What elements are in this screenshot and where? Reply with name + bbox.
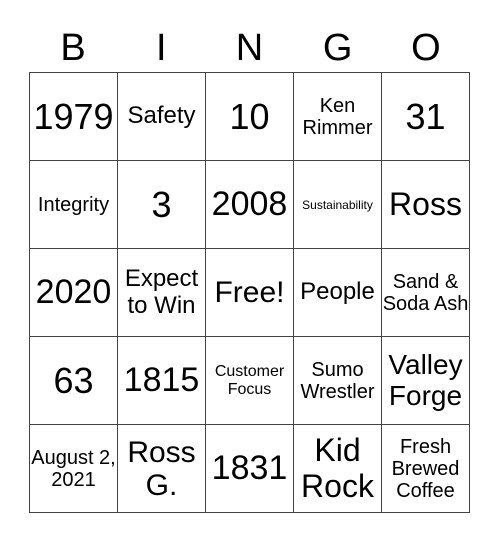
header-letter: B: [60, 27, 86, 69]
bingo-cell[interactable]: Fresh Brewed Coffee: [381, 424, 470, 513]
bingo-cell[interactable]: Sustainability: [293, 160, 382, 249]
cell-text: Sustainability: [302, 197, 373, 212]
grid-row: August 2, 2021 Ross G. 1831 Kid Rock Fresh B…: [29, 424, 470, 513]
cell-text: Customer Focus: [214, 362, 285, 398]
cell-text: Integrity: [37, 193, 110, 216]
cell-text: Fresh Brewed Coffee: [391, 435, 460, 502]
bingo-cell[interactable]: Sand & Soda Ash: [381, 248, 470, 337]
bingo-cell[interactable]: 3: [117, 160, 206, 249]
bingo-cell[interactable]: 2008: [205, 160, 294, 249]
bingo-cell[interactable]: Integrity: [29, 160, 118, 249]
bingo-grid: 1979 Safety 10 Ken Rimmer 31 Integrity 3 2008 Su…: [29, 72, 470, 513]
bingo-header: B I N G O: [29, 26, 470, 70]
header-letter: O: [411, 27, 441, 69]
bingo-cell[interactable]: Kid Rock: [293, 424, 382, 513]
header-letter: I: [156, 27, 167, 69]
cell-text: 63: [53, 359, 94, 401]
grid-row: 2020 Expect to Win Free! People Sand & Soda …: [29, 248, 470, 337]
cell-text: 10: [229, 95, 270, 137]
cell-text: Free!: [214, 276, 285, 309]
cell-text: Sumo Wrestler: [300, 358, 375, 403]
bingo-cell[interactable]: Customer Focus: [205, 336, 294, 425]
cell-text: Expect to Win: [124, 265, 199, 319]
bingo-cell[interactable]: Valley Forge: [381, 336, 470, 425]
grid-row: Integrity 3 2008 Sustainability Ross: [29, 160, 470, 249]
cell-text: Valley Forge: [388, 348, 463, 411]
cell-text: 2020: [35, 272, 112, 311]
bingo-cell[interactable]: People: [293, 248, 382, 337]
bingo-cell[interactable]: Ross: [381, 160, 470, 249]
bingo-cell[interactable]: 1979: [29, 72, 118, 161]
header-letter: G: [322, 27, 353, 69]
cell-text: Kid Rock: [301, 432, 374, 504]
bingo-cell[interactable]: 1815: [117, 336, 206, 425]
bingo-cell[interactable]: Ken Rimmer: [293, 72, 382, 161]
cell-text: 3: [151, 183, 172, 225]
cell-text: 2008: [211, 184, 288, 223]
bingo-cell[interactable]: 31: [381, 72, 470, 161]
header-letter: N: [235, 27, 264, 69]
cell-text: Safety: [127, 102, 196, 130]
cell-text: Ross G.: [127, 435, 196, 502]
bingo-cell[interactable]: 1831: [205, 424, 294, 513]
cell-text: 31: [405, 95, 446, 137]
bingo-cell[interactable]: Sumo Wrestler: [293, 336, 382, 425]
grid-row: 1979 Safety 10 Ken Rimmer 31: [29, 72, 470, 161]
cell-text: 1831: [211, 448, 288, 487]
cell-text: 1815: [123, 360, 200, 399]
bingo-cell[interactable]: Safety: [117, 72, 206, 161]
cell-text: Ross: [389, 185, 462, 222]
cell-text: People: [300, 278, 375, 306]
cell-text: 1979: [33, 95, 114, 137]
bingo-cell[interactable]: Free!: [205, 248, 294, 337]
bingo-cell[interactable]: 2020: [29, 248, 118, 337]
bingo-cell[interactable]: Ross G.: [117, 424, 206, 513]
bingo-cell[interactable]: 63: [29, 336, 118, 425]
cell-text: Sand & Soda Ash: [382, 270, 469, 315]
bingo-cell[interactable]: August 2, 2021: [29, 424, 118, 513]
bingo-cell[interactable]: 10: [205, 72, 294, 161]
grid-row: 63 1815 Customer Focus Sumo Wrestler Valley …: [29, 336, 470, 425]
cell-text: Ken Rimmer: [302, 94, 373, 139]
cell-text: August 2, 2021: [31, 446, 116, 491]
bingo-cell[interactable]: Expect to Win: [117, 248, 206, 337]
